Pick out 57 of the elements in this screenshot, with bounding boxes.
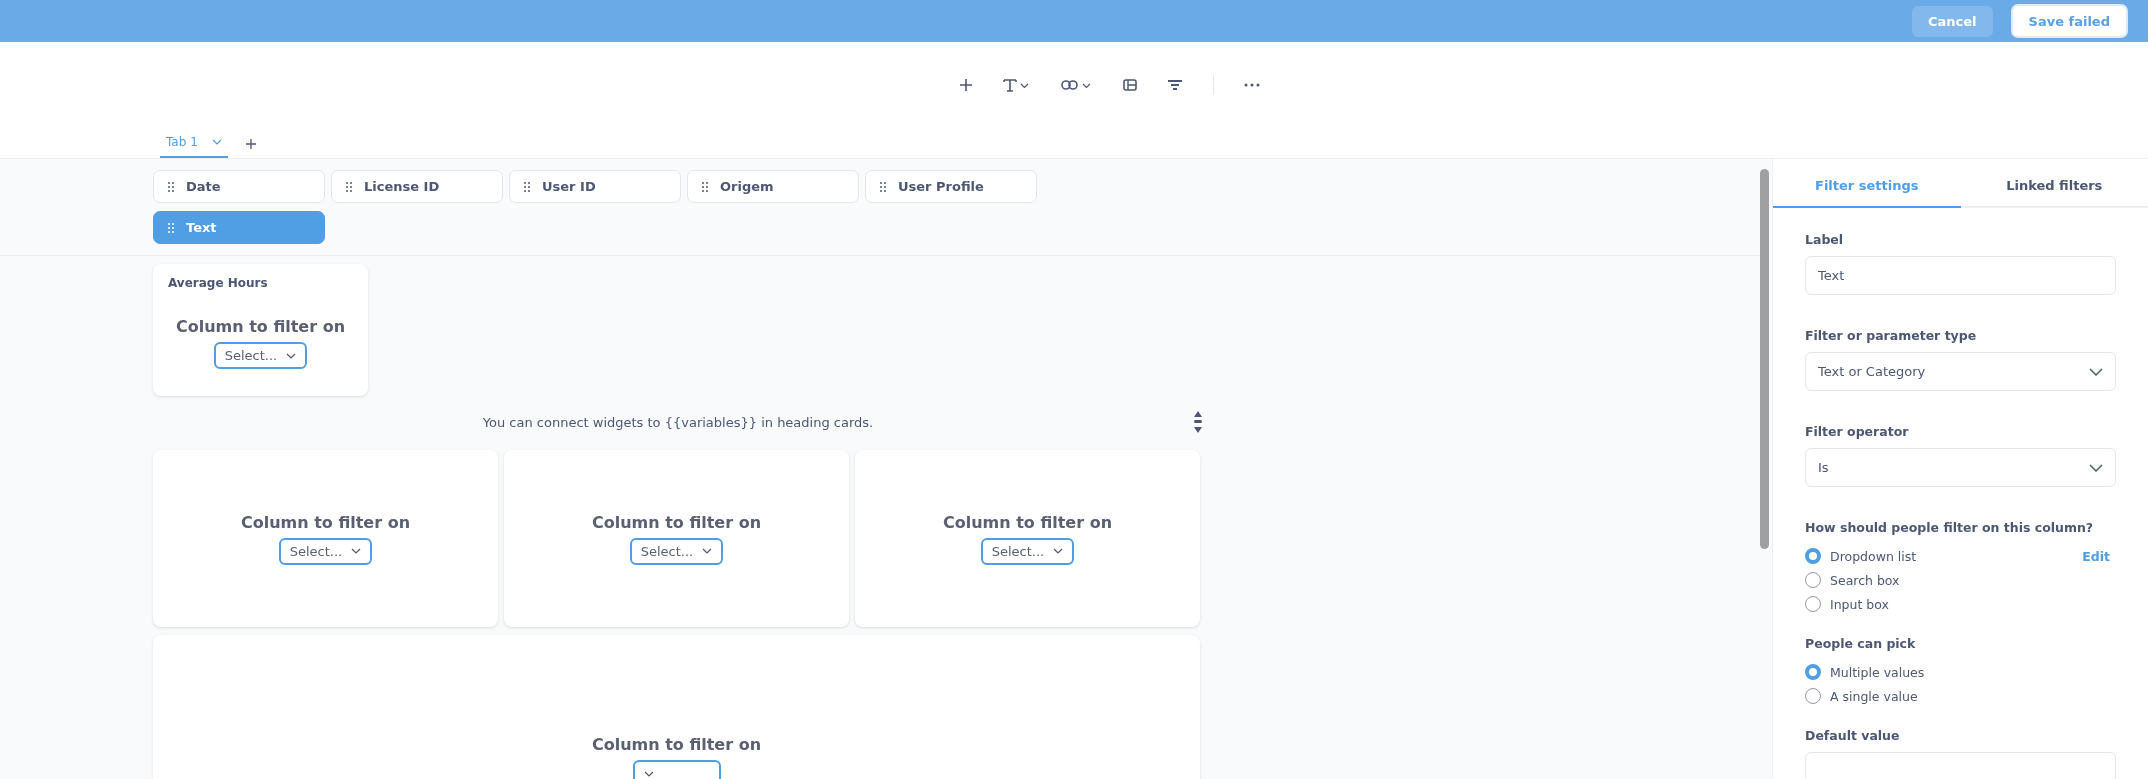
more-icon[interactable] (1243, 83, 1260, 87)
column-select[interactable]: Select... (213, 342, 308, 369)
text-icon[interactable] (1002, 78, 1031, 92)
radio-label[interactable]: A single value (1830, 688, 2116, 704)
move-handle-icon[interactable] (1193, 410, 1203, 434)
radio-button[interactable] (1805, 664, 1821, 680)
chevron-down-icon[interactable] (211, 139, 222, 145)
type-dropdown[interactable]: Text or Category (1805, 352, 2116, 391)
radio-label[interactable]: Multiple values (1830, 664, 2116, 680)
radio-label[interactable]: Input box (1830, 596, 2116, 612)
drag-handle-icon[interactable] (702, 181, 708, 192)
drag-handle-icon[interactable] (346, 181, 352, 192)
field-label: Filter operator (1805, 424, 1910, 439)
column-prompt: Column to filter on (591, 512, 762, 532)
column-select[interactable]: Select... (629, 537, 724, 565)
label-input[interactable]: Text (1805, 256, 2116, 295)
column-prompt: Column to filter on (591, 735, 762, 754)
operator-dropdown[interactable]: Is (1805, 448, 2116, 487)
field-label: Label (1805, 232, 1845, 247)
drag-handle-icon[interactable] (168, 222, 174, 233)
radio-button[interactable] (1805, 548, 1821, 564)
field-label: Filter or parameter type (1805, 328, 1978, 343)
chevron-down-icon (702, 548, 713, 554)
filter-chip[interactable]: User ID (509, 170, 681, 203)
chevron-down-icon (643, 770, 654, 777)
filter-chip[interactable]: User Profile (865, 170, 1037, 203)
scrollbar[interactable] (1760, 169, 1769, 549)
chevron-down-icon (2089, 463, 2103, 472)
chevron-down-icon (286, 352, 297, 359)
column-prompt: Column to filter on (240, 512, 411, 532)
add-tab-icon[interactable] (245, 139, 256, 149)
link-icon[interactable] (1060, 78, 1093, 92)
filter-chip[interactable]: License ID (331, 170, 503, 203)
column-prompt: Column to filter on (175, 317, 346, 336)
chevron-down-icon (351, 548, 362, 554)
drag-handle-icon[interactable] (880, 181, 886, 192)
column-select[interactable]: Select... (980, 537, 1075, 565)
chevron-down-icon (2089, 367, 2103, 376)
filter-chip[interactable]: Date (153, 170, 325, 203)
panel-tab[interactable]: Linked filters (1960, 167, 2148, 208)
filter-icon[interactable] (1166, 79, 1183, 91)
radio-label[interactable]: Search box (1830, 572, 2116, 588)
column-select[interactable] (632, 760, 721, 779)
field-label: Default value (1805, 728, 1901, 743)
card-title: Average Hours (168, 276, 268, 290)
chevron-down-icon (1053, 548, 1064, 554)
column-prompt: Column to filter on (942, 512, 1113, 532)
plus-icon[interactable] (958, 78, 973, 92)
drag-handle-icon[interactable] (168, 181, 174, 192)
radio-label[interactable]: Dropdown list (1830, 548, 2074, 564)
column-select[interactable]: Select... (278, 537, 373, 565)
drag-handle-icon[interactable] (524, 181, 530, 192)
filter-chip[interactable]: Origem (687, 170, 859, 203)
hint-text: You can connect widgets to {{variables}} in heading cards. (482, 414, 874, 430)
field-label: How should people filter on this column? (1805, 520, 2095, 535)
card-icon[interactable] (1122, 79, 1137, 91)
field-label: People can pick (1805, 636, 1917, 651)
